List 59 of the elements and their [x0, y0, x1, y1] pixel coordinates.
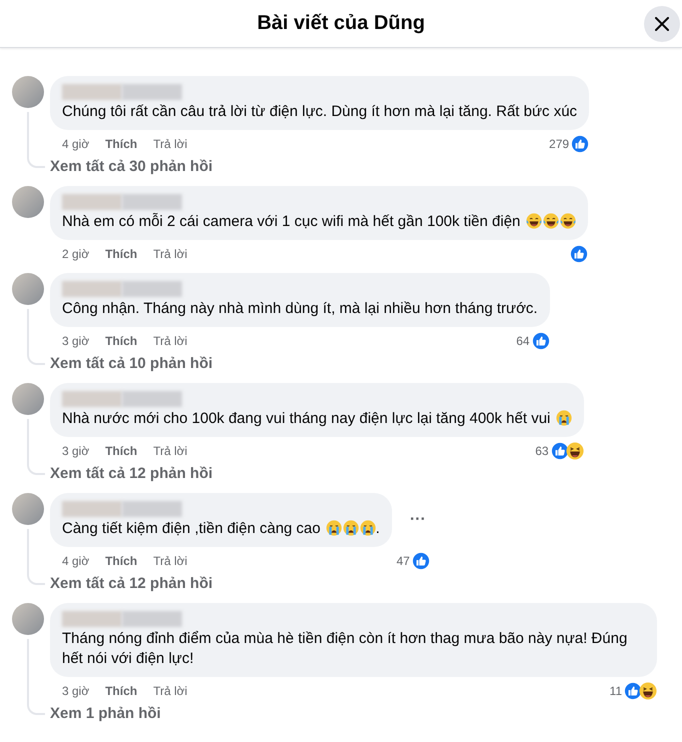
comment-text: Tháng nóng đỉnh điểm của mùa hè tiền điện còn ít hơn thag mưa bão này nựa! Đúng hết nói với điện lực!	[62, 629, 628, 669]
avatar[interactable]	[12, 383, 44, 415]
like-link[interactable]: Thích	[105, 684, 138, 698]
comment-text: Nhà nước mới cho 100k đang vui tháng nay điện lực lại tăng 400k hết vui	[62, 409, 572, 429]
reaction-count: 47	[396, 554, 410, 568]
view-replies-link[interactable]: Xem 1 phản hồi	[50, 699, 682, 722]
comment-time: 2 giờ	[62, 247, 90, 261]
like-link[interactable]: Thích	[105, 334, 138, 348]
close-icon	[655, 17, 669, 31]
reply-link[interactable]: Trả lời	[153, 684, 188, 698]
reply-link[interactable]: Trả lời	[153, 247, 188, 261]
reaction-count: 64	[516, 334, 530, 348]
view-replies-link[interactable]: Xem tất cả 10 phản hồi	[50, 349, 682, 372]
crying-emoji-icon	[326, 520, 342, 536]
avatar[interactable]	[12, 186, 44, 218]
comment-text: Chúng tôi rất cần câu trả lời từ điện lực. Dùng ít hơn mà lại tăng. Rất bức xúc	[62, 102, 578, 122]
view-replies-link[interactable]: Xem tất cả 12 phản hồi	[50, 459, 682, 482]
laughing-emoji-icon	[526, 213, 542, 229]
laughing-emoji-icon	[542, 213, 559, 229]
view-replies-link[interactable]: Xem tất cả 12 phản hồi	[50, 569, 682, 592]
like-link[interactable]: Thích	[105, 554, 138, 568]
comment-text: Công nhận. Tháng này nhà mình dùng ít, mà lại nhiều hơn tháng trước.	[62, 299, 538, 319]
reply-link[interactable]: Trả lời	[153, 444, 188, 458]
crying-emoji-icon	[556, 410, 572, 426]
avatar[interactable]	[12, 273, 44, 305]
avatar[interactable]	[12, 76, 44, 108]
reaction-count: 279	[549, 137, 570, 151]
dialog-title: Bài viết của Dũng	[257, 12, 425, 35]
reply-link[interactable]: Trả lời	[153, 554, 188, 568]
avatar[interactable]	[12, 493, 44, 525]
like-link[interactable]: Thích	[105, 444, 138, 458]
like-icon	[412, 552, 430, 570]
comment-time: 3 giờ	[62, 334, 90, 348]
comment-time: 4 giờ	[62, 554, 90, 568]
like-link[interactable]: Thích	[105, 247, 138, 261]
reply-link[interactable]: Trả lời	[153, 137, 188, 151]
crying-emoji-icon	[360, 520, 376, 536]
comment-text: Càng tiết kiệm điện ,tiền điện càng cao .	[62, 519, 380, 539]
comment-time: 4 giờ	[62, 137, 90, 151]
like-link[interactable]: Thích	[105, 137, 138, 151]
like-icon	[550, 442, 569, 460]
crying-emoji-icon	[342, 520, 359, 536]
reply-link[interactable]: Trả lời	[153, 334, 188, 348]
like-icon	[571, 135, 590, 153]
comment-text: Nhà em có mỗi 2 cái camera với 1 cục wifi mà hết gần 100k tiền điện	[62, 212, 576, 232]
comment-time: 3 giờ	[62, 684, 90, 698]
avatar[interactable]	[12, 603, 44, 635]
view-replies-link[interactable]: Xem tất cả 30 phản hồi	[50, 152, 682, 175]
close-button[interactable]	[644, 6, 680, 42]
more-button[interactable]: ···	[406, 511, 430, 529]
like-icon	[624, 682, 642, 700]
reaction-count: 63	[535, 444, 549, 458]
reaction-count: 11	[610, 684, 622, 698]
laughing-emoji-icon	[639, 682, 657, 700]
comment-time: 3 giờ	[62, 444, 90, 458]
laughing-emoji-icon	[560, 213, 576, 229]
laughing-emoji-icon	[566, 442, 584, 460]
like-icon	[570, 245, 588, 263]
like-icon	[532, 332, 550, 350]
